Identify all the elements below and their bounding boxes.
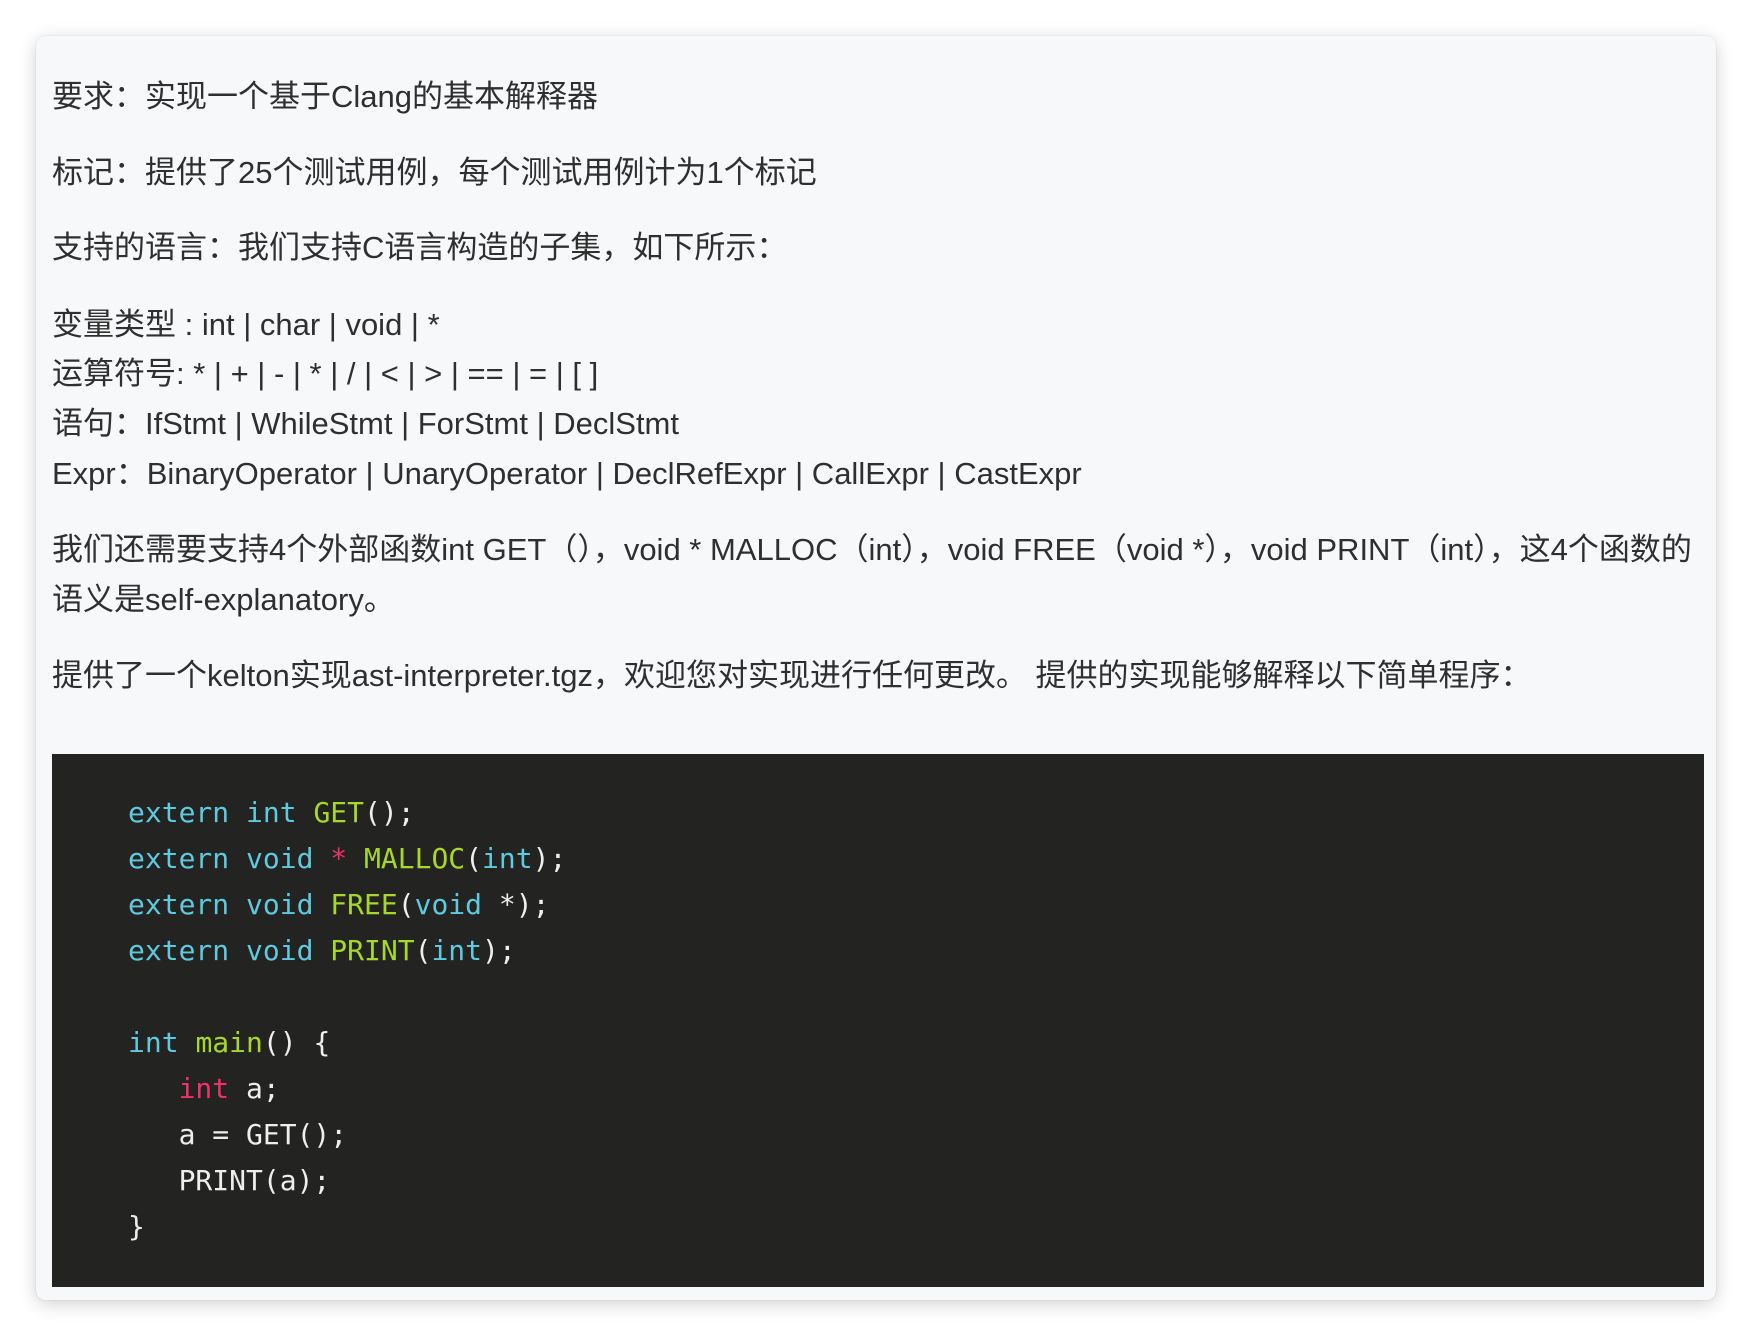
code-line: } xyxy=(128,1210,145,1243)
code-line: extern void PRINT(int); xyxy=(128,934,516,967)
code-block: extern int GET(); extern void * MALLOC(i… xyxy=(52,754,1704,1287)
code-line: extern void * MALLOC(int); xyxy=(128,842,567,875)
code-line: int main() { xyxy=(128,1026,331,1059)
code-line: extern int GET(); xyxy=(128,796,415,829)
code-line: int a; xyxy=(178,1072,280,1105)
requirement-paragraph: 要求：实现一个基于Clang的基本解释器 xyxy=(52,79,598,114)
code-line: a = GET(); xyxy=(128,1118,348,1151)
grammar-line-types: 变量类型 : int | char | void | * xyxy=(52,307,440,342)
grammar-line-operators: 运算符号: * | + | - | * | / | < | > | == | =… xyxy=(52,356,599,391)
document-card: 要求：实现一个基于Clang的基本解释器 标记：提供了25个测试用例，每个测试用… xyxy=(36,36,1716,1300)
code-line: extern void FREE(void *); xyxy=(128,888,550,921)
marking-paragraph: 标记：提供了25个测试用例，每个测试用例计为1个标记 xyxy=(52,155,817,190)
supported-language-paragraph: 支持的语言：我们支持C语言构造的子集，如下所示： xyxy=(52,230,788,265)
code-line: PRINT(a); xyxy=(128,1164,331,1197)
grammar-line-expressions: Expr：BinaryOperator | UnaryOperator | De… xyxy=(52,456,1082,491)
skeleton-note-paragraph: 提供了一个kelton实现ast-interpreter.tgz，欢迎您对实现进… xyxy=(52,658,1532,693)
external-functions-paragraph: 我们还需要支持4个外部函数int GET（），void * MALLOC（int… xyxy=(52,532,1692,617)
grammar-line-statements: 语句：IfStmt | WhileStmt | ForStmt | DeclSt… xyxy=(52,406,679,441)
